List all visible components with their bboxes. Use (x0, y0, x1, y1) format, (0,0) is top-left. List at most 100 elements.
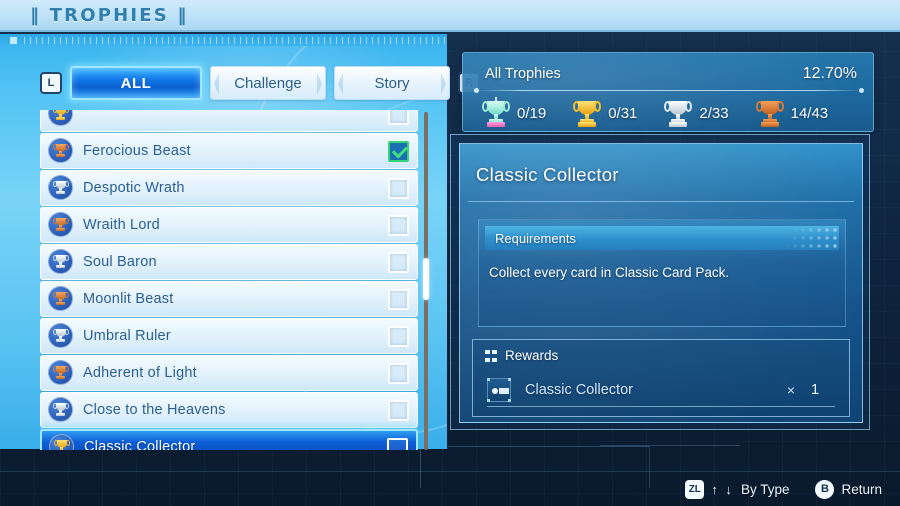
rewards-label: Rewards (505, 348, 559, 363)
trophy-list-item[interactable]: Close to the Heavens (40, 392, 418, 428)
trophy-medal-icon (48, 138, 73, 164)
reward-name: Classic Collector (525, 381, 633, 398)
dot-pattern-icon (759, 226, 837, 250)
tab-story[interactable]: Story (334, 66, 450, 100)
tab-challenge-label: Challenge (234, 74, 302, 92)
checkbox-icon[interactable] (388, 289, 409, 310)
trophy-name: Umbral Ruler (83, 327, 171, 344)
bronze-trophy-icon (755, 97, 784, 129)
trophy-list[interactable]: Ferocious Beast Despotic Wrath Wraith Lord… (40, 110, 418, 450)
trophy-list-item[interactable]: Wraith Lord (40, 207, 418, 243)
ruler-ticks (24, 37, 447, 44)
trophy-medal-icon (48, 110, 73, 127)
detail-title: Classic Collector (476, 164, 619, 185)
checkbox-icon[interactable] (388, 363, 409, 384)
trophy-name: Wraith Lord (83, 216, 160, 233)
tab-notch-right-icon (441, 73, 446, 95)
trophy-summary-panel: All Trophies 12.70% 0/19 0/31 2/33 14/43 (462, 52, 874, 132)
trophy-medal-icon (48, 286, 73, 312)
detail-divider (468, 201, 854, 202)
counter-value: 0/19 (517, 104, 547, 122)
trophy-medal-icon (48, 212, 73, 238)
summary-title: All Trophies (485, 66, 561, 82)
gold-trophy-icon (573, 97, 602, 129)
trophy-medal-icon (48, 175, 73, 201)
background-circuit-line-2 (600, 445, 740, 446)
trophy-name: Ferocious Beast (83, 142, 191, 159)
trophy-medal-icon (48, 249, 73, 275)
summary-header: All Trophies 12.70% (485, 63, 857, 85)
category-tabs: L ALL Challenge Story R (40, 64, 480, 102)
trophy-name: Despotic Wrath (83, 179, 185, 196)
summary-divider (474, 88, 864, 93)
trophy-list-item[interactable]: Ferocious Beast (40, 133, 418, 169)
trophy-medal-icon (48, 323, 73, 349)
rewards-section: Rewards Classic Collector × 1 (472, 339, 850, 417)
requirements-section: Requirements Collect every card in Class… (478, 219, 846, 327)
summary-percent: 12.70% (802, 65, 857, 82)
trophy-list-item[interactable]: Adherent of Light (40, 355, 418, 391)
checkbox-icon[interactable] (388, 400, 409, 421)
checkbox-checked-icon[interactable] (388, 141, 409, 162)
summary-counters: 0/19 0/31 2/33 14/43 (482, 95, 859, 131)
title-bar: ‖ TROPHIES ‖ (0, 0, 900, 32)
ruler-marker (10, 37, 17, 44)
tab-notch-right-icon (317, 73, 322, 95)
tab-all-label: ALL (120, 74, 152, 92)
shoulder-left-key[interactable]: L (40, 72, 62, 94)
checkbox-icon[interactable] (388, 252, 409, 273)
b-button-icon: B (815, 479, 835, 499)
summary-counter-bronze: 14/43 (755, 97, 829, 129)
trophy-name: Adherent of Light (83, 364, 197, 381)
platinum-trophy-icon (482, 97, 510, 129)
hint-return-label: Return (841, 481, 882, 497)
checkbox-icon[interactable] (388, 326, 409, 347)
trophy-medal-icon (48, 397, 73, 423)
trophy-name: Soul Baron (83, 253, 157, 270)
trophies-screen: ‖ TROPHIES ‖ L ALL Challenge Story R (0, 0, 900, 506)
trophy-list-item[interactable]: Moonlit Beast (40, 281, 418, 317)
trophy-list-item[interactable]: Despotic Wrath (40, 170, 418, 206)
reward-row[interactable]: Classic Collector × 1 (487, 373, 835, 407)
card-pack-icon (487, 377, 511, 402)
list-scrollbar-thumb[interactable] (423, 258, 429, 300)
tab-notch-left-icon (338, 73, 343, 95)
page-title: ‖ TROPHIES ‖ (30, 4, 189, 26)
trophy-name: Moonlit Beast (83, 290, 174, 307)
gift-icon (485, 349, 497, 362)
summary-counter-silver: 2/33 (664, 97, 729, 129)
hint-by-type[interactable]: ZL ↑ ↓ By Type (685, 479, 790, 499)
tab-challenge[interactable]: Challenge (210, 66, 326, 100)
silver-trophy-icon (664, 97, 693, 129)
requirements-text: Collect every card in Classic Card Pack. (489, 265, 730, 280)
counter-value: 0/31 (608, 104, 638, 122)
hint-return[interactable]: B Return (815, 479, 882, 499)
zl-button-icon: ZL (685, 479, 705, 499)
requirements-label: Requirements (495, 230, 576, 246)
trophy-list-item[interactable]: Soul Baron (40, 244, 418, 280)
summary-counter-platinum: 0/19 (482, 97, 547, 129)
tab-all[interactable]: ALL (70, 66, 202, 100)
hint-by-type-label: By Type (740, 481, 790, 497)
trophy-list-item[interactable]: Umbral Ruler (40, 318, 418, 354)
trophy-medal-icon (48, 360, 73, 386)
trophy-list-item-partial[interactable] (40, 110, 418, 132)
trophy-medal-icon (49, 434, 74, 450)
counter-value: 14/43 (790, 104, 829, 122)
checkbox-icon[interactable] (387, 438, 408, 450)
trophy-list-item[interactable]: Classic Collector (40, 429, 418, 450)
counter-value: 2/33 (699, 104, 729, 122)
footer-hints: ZL ↑ ↓ By Type B Return (0, 472, 900, 506)
tab-notch-left-icon (214, 73, 219, 95)
requirements-header: Requirements (485, 226, 839, 250)
checkbox-icon[interactable] (388, 110, 409, 125)
trophy-name: Close to the Heavens (83, 401, 226, 418)
reward-multiplier: × (786, 381, 795, 398)
trophy-detail-frame: Classic Collector Requirements Collect e… (450, 134, 870, 430)
reward-quantity: 1 (810, 381, 820, 398)
checkbox-icon[interactable] (388, 215, 409, 236)
trophy-name: Classic Collector (84, 438, 196, 450)
checkbox-icon[interactable] (388, 178, 409, 199)
tab-story-label: Story (374, 74, 410, 92)
rewards-header: Rewards (485, 348, 558, 363)
